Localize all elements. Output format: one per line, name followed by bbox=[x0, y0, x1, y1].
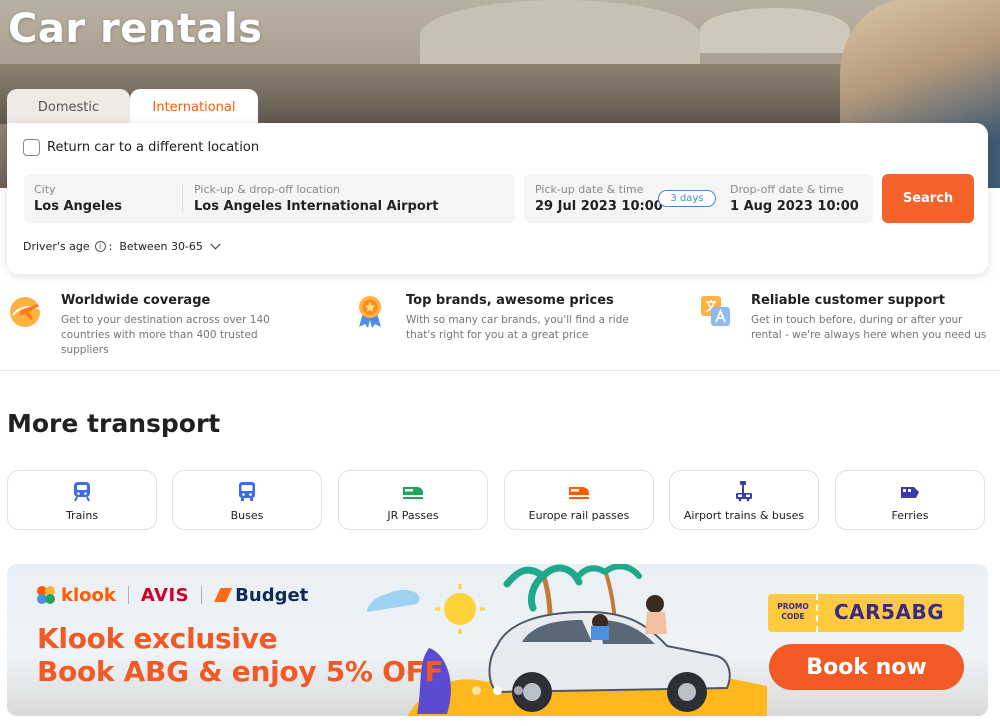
hero-rock bbox=[420, 0, 700, 70]
transport-label: Trains bbox=[65, 508, 99, 522]
bus-icon bbox=[239, 481, 255, 501]
avis-logo: AVIS bbox=[140, 584, 190, 606]
pickup-datetime-field[interactable]: Pick-up date & time 29 Jul 2023 10:00 bbox=[535, 183, 663, 214]
section-divider bbox=[0, 370, 1000, 371]
klook-logo-mark bbox=[37, 586, 55, 604]
train-icon bbox=[74, 481, 90, 501]
feature-title: Worldwide coverage bbox=[61, 293, 211, 308]
city-value: Los Angeles bbox=[34, 199, 122, 214]
return-different-location-checkbox[interactable] bbox=[23, 139, 40, 156]
globe-plane-icon bbox=[10, 297, 41, 327]
promo-code-label: PROMO CODE bbox=[777, 602, 809, 621]
promo-headline: Klook exclusive bbox=[37, 622, 278, 655]
promo-code-box[interactable]: PROMO CODE CAR5ABG bbox=[768, 594, 964, 632]
budget-wordmark: Budget bbox=[235, 584, 309, 606]
promo-code-value: CAR5ABG bbox=[834, 600, 945, 624]
drivers-age-separator: : bbox=[108, 240, 113, 253]
drivers-age-value: Between 30-65 bbox=[119, 240, 203, 253]
carousel-dot[interactable] bbox=[514, 686, 523, 695]
ferry-icon bbox=[901, 486, 919, 498]
klook-logo: klook bbox=[35, 584, 116, 606]
dates-field-group: Pick-up date & time 29 Jul 2023 10:00 3 … bbox=[524, 174, 873, 223]
transport-card-jr-passes[interactable]: JR Passes bbox=[338, 470, 488, 530]
transport-card-airport-transfers[interactable]: Airport trains & buses bbox=[669, 470, 819, 530]
location-label: Pick-up & drop-off location bbox=[194, 183, 340, 196]
transport-label: Ferries bbox=[891, 508, 929, 522]
page-title: Car rentals bbox=[8, 6, 263, 52]
return-different-location-option[interactable]: Return car to a different location bbox=[23, 139, 259, 156]
pickup-label: Pick-up date & time bbox=[535, 183, 644, 196]
field-divider bbox=[182, 184, 183, 213]
pickup-dropoff-location-field[interactable]: Pick-up & drop-off location Los Angeles … bbox=[194, 183, 438, 214]
transport-label: Buses bbox=[230, 508, 264, 522]
more-transport-title: More transport bbox=[7, 409, 221, 438]
budget-logo-mark bbox=[214, 588, 233, 602]
feature-description: Get in touch before, during or after you… bbox=[751, 314, 987, 341]
promo-banner[interactable]: klook AVIS Budget Klook exclusive Book A… bbox=[7, 564, 988, 716]
carousel-dot-active[interactable] bbox=[493, 686, 502, 695]
drivers-age-label: Driver's age bbox=[23, 240, 90, 253]
chevron-down-icon bbox=[210, 239, 221, 250]
medal-icon bbox=[359, 296, 381, 328]
brand-logos: klook AVIS Budget bbox=[35, 584, 308, 606]
carousel-dot[interactable] bbox=[472, 686, 481, 695]
transport-card-europe-rail[interactable]: Europe rail passes bbox=[504, 470, 654, 530]
feature-description: With so many car brands, you'll find a r… bbox=[406, 314, 629, 341]
return-different-location-label: Return car to a different location bbox=[47, 140, 260, 155]
pickup-value: 29 Jul 2023 10:00 bbox=[535, 199, 663, 214]
dropoff-value: 1 Aug 2023 10:00 bbox=[730, 199, 859, 214]
budget-logo: Budget bbox=[214, 585, 308, 606]
carousel-dots bbox=[472, 686, 523, 695]
drivers-age-row: Driver's age i : Between 30-65 bbox=[23, 239, 221, 253]
rental-duration-badge: 3 days bbox=[658, 190, 716, 207]
brand-separator bbox=[201, 586, 203, 604]
feature-title: Top brands, awesome prices bbox=[406, 293, 614, 308]
dropoff-label: Drop-off date & time bbox=[730, 183, 844, 196]
transport-card-trains[interactable]: Trains bbox=[7, 470, 157, 530]
transport-label: Europe rail passes bbox=[528, 508, 630, 522]
search-button[interactable]: Search bbox=[882, 174, 974, 223]
location-value: Los Angeles International Airport bbox=[194, 199, 439, 214]
transport-card-buses[interactable]: Buses bbox=[172, 470, 322, 530]
info-icon[interactable]: i bbox=[94, 241, 106, 252]
brand-separator bbox=[127, 586, 129, 604]
transport-label: JR Passes bbox=[387, 508, 439, 522]
tab-domestic[interactable]: Domestic bbox=[7, 89, 130, 125]
city-label: City bbox=[34, 183, 56, 196]
jr-train-icon bbox=[403, 486, 423, 499]
beach-car-illustration bbox=[367, 564, 767, 716]
drivers-age-select[interactable]: Between 30-65 bbox=[119, 239, 221, 253]
rail-pass-icon bbox=[569, 486, 589, 499]
city-field[interactable]: City Los Angeles bbox=[34, 183, 122, 214]
hero-rock bbox=[700, 8, 850, 53]
klook-wordmark: klook bbox=[61, 584, 116, 606]
promo-subheadline: Book ABG & enjoy 5% OFF bbox=[37, 655, 444, 688]
feature-title: Reliable customer support bbox=[751, 293, 945, 308]
promo-code-divider bbox=[816, 594, 818, 632]
book-now-button[interactable]: Book now bbox=[769, 644, 964, 690]
translate-icon bbox=[701, 296, 730, 326]
transport-label: Airport trains & buses bbox=[683, 508, 805, 522]
dropoff-datetime-field[interactable]: Drop-off date & time 1 Aug 2023 10:00 bbox=[730, 183, 859, 214]
airport-train-icon bbox=[736, 480, 752, 501]
search-card: Return car to a different location City … bbox=[7, 123, 988, 274]
tab-international[interactable]: International bbox=[130, 89, 258, 125]
location-field-group: City Los Angeles Pick-up & drop-off loca… bbox=[24, 174, 515, 223]
feature-description: Get to your destination across over 140 … bbox=[61, 314, 270, 356]
transport-card-ferries[interactable]: Ferries bbox=[835, 470, 985, 530]
